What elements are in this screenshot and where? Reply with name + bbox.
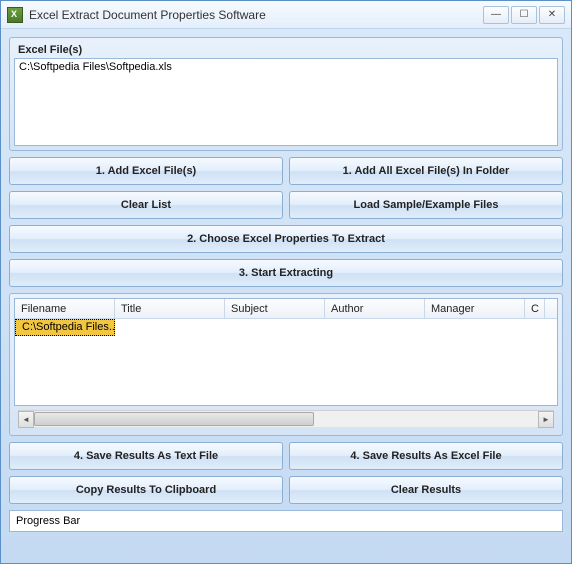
- column-filename[interactable]: Filename: [15, 299, 115, 318]
- clear-list-button[interactable]: Clear List: [9, 191, 283, 219]
- scroll-right-icon[interactable]: ►: [538, 411, 554, 428]
- minimize-button[interactable]: —: [483, 6, 509, 24]
- app-icon: [7, 7, 23, 23]
- titlebar: Excel Extract Document Properties Softwa…: [1, 1, 571, 29]
- button-row-3: 2. Choose Excel Properties To Extract: [9, 225, 563, 253]
- copy-clipboard-button[interactable]: Copy Results To Clipboard: [9, 476, 283, 504]
- column-title[interactable]: Title: [115, 299, 225, 318]
- button-row-2: Clear List Load Sample/Example Files: [9, 191, 563, 219]
- load-sample-button[interactable]: Load Sample/Example Files: [289, 191, 563, 219]
- results-grid[interactable]: Filename Title Subject Author Manager C …: [14, 298, 558, 406]
- results-panel: Filename Title Subject Author Manager C …: [9, 293, 563, 436]
- maximize-button[interactable]: ☐: [511, 6, 537, 24]
- progress-label: Progress Bar: [16, 515, 80, 527]
- button-row-5: 4. Save Results As Text File 4. Save Res…: [9, 442, 563, 470]
- files-list[interactable]: C:\Softpedia Files\Softpedia.xls: [14, 58, 558, 146]
- files-label: Excel File(s): [14, 42, 558, 58]
- button-row-1: 1. Add Excel File(s) 1. Add All Excel Fi…: [9, 157, 563, 185]
- main-window: Excel Extract Document Properties Softwa…: [0, 0, 572, 564]
- close-button[interactable]: ✕: [539, 6, 565, 24]
- save-excel-button[interactable]: 4. Save Results As Excel File: [289, 442, 563, 470]
- column-more[interactable]: C: [525, 299, 545, 318]
- add-folder-button[interactable]: 1. Add All Excel File(s) In Folder: [289, 157, 563, 185]
- choose-properties-button[interactable]: 2. Choose Excel Properties To Extract: [9, 225, 563, 253]
- client-area: Excel File(s) C:\Softpedia Files\Softped…: [1, 29, 571, 563]
- add-files-button[interactable]: 1. Add Excel File(s): [9, 157, 283, 185]
- table-row[interactable]: C:\Softpedia Files...: [15, 319, 557, 336]
- scroll-left-icon[interactable]: ◄: [18, 411, 34, 428]
- cell-title: [115, 319, 225, 336]
- file-item[interactable]: C:\Softpedia Files\Softpedia.xls: [19, 61, 553, 73]
- start-extracting-button[interactable]: 3. Start Extracting: [9, 259, 563, 287]
- save-text-button[interactable]: 4. Save Results As Text File: [9, 442, 283, 470]
- horizontal-scrollbar[interactable]: ◄ ►: [18, 410, 554, 427]
- clear-results-button[interactable]: Clear Results: [289, 476, 563, 504]
- files-panel: Excel File(s) C:\Softpedia Files\Softped…: [9, 37, 563, 151]
- cell-subject: [225, 319, 325, 336]
- scroll-thumb[interactable]: [34, 412, 314, 426]
- window-controls: — ☐ ✕: [483, 6, 565, 24]
- cell-filename[interactable]: C:\Softpedia Files...: [15, 319, 115, 336]
- button-row-6: Copy Results To Clipboard Clear Results: [9, 476, 563, 504]
- column-author[interactable]: Author: [325, 299, 425, 318]
- progress-bar: Progress Bar: [9, 510, 563, 532]
- column-manager[interactable]: Manager: [425, 299, 525, 318]
- cell-manager: [425, 319, 525, 336]
- button-row-4: 3. Start Extracting: [9, 259, 563, 287]
- grid-header: Filename Title Subject Author Manager C: [15, 299, 557, 319]
- cell-author: [325, 319, 425, 336]
- window-title: Excel Extract Document Properties Softwa…: [29, 8, 477, 22]
- column-subject[interactable]: Subject: [225, 299, 325, 318]
- grid-body: C:\Softpedia Files...: [15, 319, 557, 405]
